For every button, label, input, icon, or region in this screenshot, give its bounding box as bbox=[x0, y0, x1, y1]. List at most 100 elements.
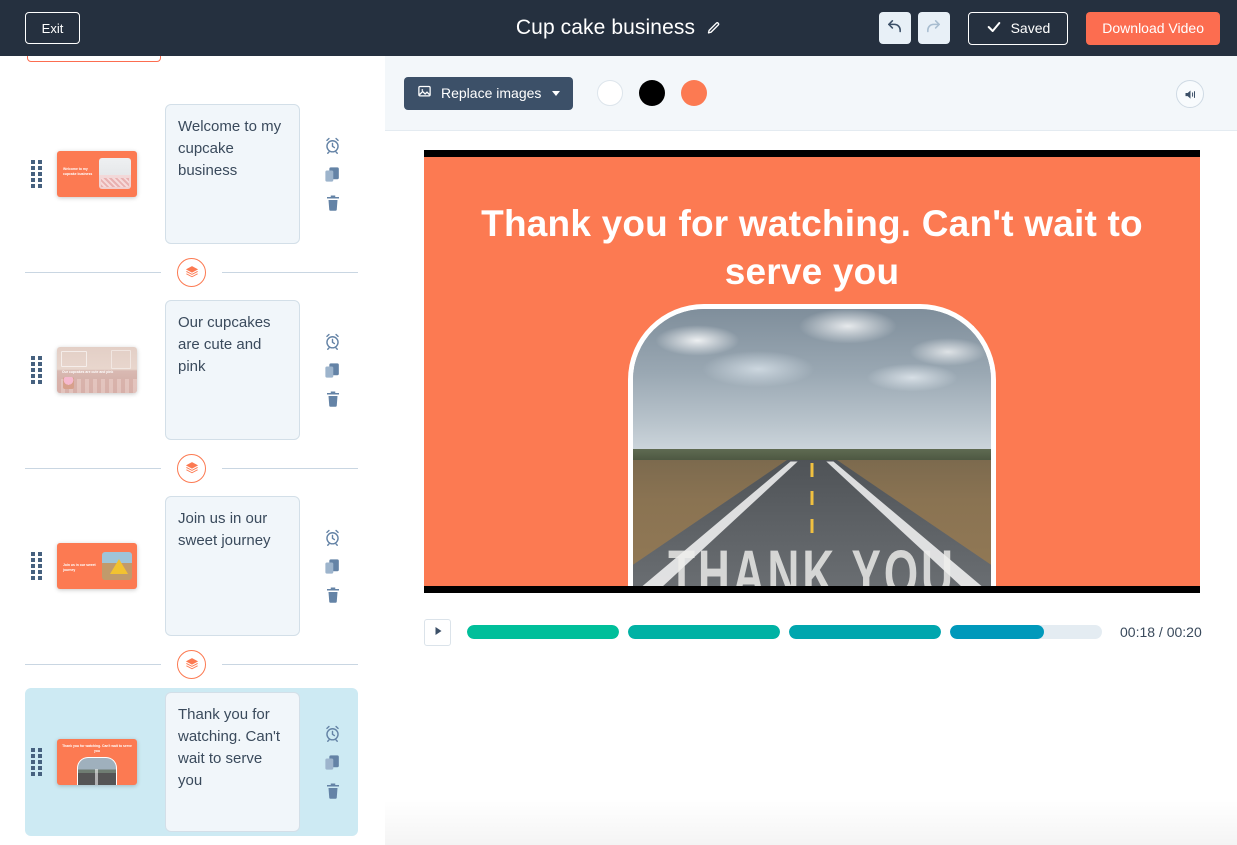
divider-line bbox=[222, 272, 358, 273]
duplicate-icon[interactable] bbox=[323, 165, 342, 184]
replace-images-label: Replace images bbox=[441, 85, 541, 101]
layers-icon[interactable] bbox=[177, 650, 206, 679]
drag-handle-icon[interactable] bbox=[31, 748, 45, 776]
preview-photo[interactable]: THANK YOU bbox=[628, 304, 996, 593]
image-icon bbox=[417, 84, 432, 102]
timeline-segment[interactable] bbox=[950, 625, 1102, 639]
redo-arrow-icon bbox=[925, 18, 942, 38]
replace-images-button[interactable]: Replace images bbox=[404, 77, 573, 110]
download-video-button[interactable]: Download Video bbox=[1086, 12, 1220, 45]
thumbnail-image bbox=[77, 757, 117, 785]
delete-icon[interactable] bbox=[324, 390, 342, 408]
slide-thumbnail[interactable]: Our cupcakes are cute and pink bbox=[57, 347, 137, 393]
segment-fill bbox=[467, 625, 619, 639]
add-scene-button-partial[interactable] bbox=[27, 56, 161, 62]
preview-pane: Replace images Thank you for watching. C… bbox=[385, 56, 1237, 845]
divider-line bbox=[25, 468, 161, 469]
color-swatch-white[interactable] bbox=[597, 80, 623, 106]
slide-thumbnail[interactable]: Welcome to my cupcake business bbox=[57, 151, 137, 197]
photo-lane-center bbox=[811, 463, 814, 543]
exit-button[interactable]: Exit bbox=[25, 12, 80, 44]
thumbnail-cupcake bbox=[63, 377, 74, 389]
page-title: Cup cake business bbox=[516, 16, 695, 40]
timing-icon[interactable] bbox=[323, 724, 342, 743]
top-bar-actions: Saved Download Video bbox=[879, 12, 1220, 45]
slide-thumbnail[interactable]: Thank you for watching. Can't wait to se… bbox=[57, 739, 137, 785]
duplicate-icon[interactable] bbox=[323, 753, 342, 772]
timeline-segment[interactable] bbox=[789, 625, 941, 639]
slide-list: Welcome to my cupcake business Welcome t… bbox=[0, 100, 385, 836]
saved-label: Saved bbox=[1011, 20, 1051, 36]
thumbnail-text: Our cupcakes are cute and pink bbox=[62, 370, 130, 375]
segment-fill bbox=[789, 625, 941, 639]
slide-script-input[interactable]: Welcome to my cupcake business bbox=[165, 104, 300, 244]
volume-icon[interactable] bbox=[1176, 80, 1204, 108]
video-preview-canvas[interactable]: Thank you for watching. Can't wait to se… bbox=[424, 150, 1200, 593]
thumbnail-image bbox=[99, 158, 131, 189]
timeline-segment[interactable] bbox=[467, 625, 619, 639]
time-display: 00:18 / 00:20 bbox=[1120, 624, 1202, 640]
photo-road-text: THANK YOU bbox=[628, 538, 996, 594]
timing-icon[interactable] bbox=[323, 528, 342, 547]
layers-icon[interactable] bbox=[177, 258, 206, 287]
slide-row-selected[interactable]: Thank you for watching. Can't wait to se… bbox=[25, 688, 358, 836]
saved-status-button[interactable]: Saved bbox=[968, 12, 1069, 45]
play-button[interactable] bbox=[424, 619, 451, 646]
segment-fill bbox=[950, 625, 1044, 639]
delete-icon[interactable] bbox=[324, 586, 342, 604]
divider-line bbox=[222, 468, 358, 469]
playback-controls: 00:18 / 00:20 bbox=[424, 614, 1224, 650]
layers-icon[interactable] bbox=[177, 454, 206, 483]
check-icon bbox=[986, 19, 1002, 38]
slide-actions bbox=[323, 724, 342, 800]
slide-row[interactable]: Join us in our sweet journey Join us in … bbox=[25, 492, 358, 640]
duplicate-icon[interactable] bbox=[323, 361, 342, 380]
slide-script-input[interactable]: Thank you for watching. Can't wait to se… bbox=[165, 692, 300, 832]
timeline-segment[interactable] bbox=[628, 625, 780, 639]
pencil-icon[interactable] bbox=[706, 21, 721, 36]
timeline-segments bbox=[467, 625, 1102, 639]
letterbox-top bbox=[424, 150, 1200, 157]
slides-sidebar[interactable]: Welcome to my cupcake business Welcome t… bbox=[0, 56, 385, 845]
chevron-down-icon bbox=[552, 91, 560, 96]
slide-row[interactable]: Our cupcakes are cute and pink Our cupca… bbox=[25, 296, 358, 444]
slide-script-input[interactable]: Our cupcakes are cute and pink bbox=[165, 300, 300, 440]
segment-fill bbox=[628, 625, 780, 639]
top-bar: Exit Cup cake business bbox=[0, 0, 1237, 56]
redo-button[interactable] bbox=[918, 12, 950, 44]
slide-actions bbox=[323, 136, 342, 212]
delete-icon[interactable] bbox=[324, 194, 342, 212]
drag-handle-icon[interactable] bbox=[31, 356, 45, 384]
photo-sky bbox=[633, 309, 991, 452]
timing-icon[interactable] bbox=[323, 136, 342, 155]
timing-icon[interactable] bbox=[323, 332, 342, 351]
slide-divider bbox=[25, 444, 358, 492]
color-swatch-orange[interactable] bbox=[681, 80, 707, 106]
slide-actions bbox=[323, 528, 342, 604]
preview-headline: Thank you for watching. Can't wait to se… bbox=[466, 200, 1158, 296]
canvas-toolbar: Replace images bbox=[385, 56, 1237, 131]
drag-handle-icon[interactable] bbox=[31, 160, 45, 188]
slide-divider bbox=[25, 640, 358, 688]
thumbnail-image bbox=[102, 552, 132, 580]
thumbnail-shelf bbox=[61, 351, 87, 367]
color-swatches bbox=[597, 80, 707, 106]
slide-actions bbox=[323, 332, 342, 408]
thumbnail-text: Join us in our sweet journey bbox=[63, 563, 103, 572]
slide-row[interactable]: Welcome to my cupcake business Welcome t… bbox=[25, 100, 358, 248]
slide-thumbnail[interactable]: Join us in our sweet journey bbox=[57, 543, 137, 589]
undo-arrow-icon bbox=[886, 18, 903, 38]
divider-line bbox=[25, 664, 161, 665]
slide-divider bbox=[25, 248, 358, 296]
undo-button[interactable] bbox=[879, 12, 911, 44]
undo-redo-group bbox=[879, 12, 950, 44]
color-swatch-black[interactable] bbox=[639, 80, 665, 106]
play-icon bbox=[432, 625, 444, 640]
thumbnail-shelf bbox=[111, 350, 131, 369]
drag-handle-icon[interactable] bbox=[31, 552, 45, 580]
delete-icon[interactable] bbox=[324, 782, 342, 800]
letterbox-bottom bbox=[424, 586, 1200, 593]
thumbnail-text: Welcome to my cupcake business bbox=[63, 167, 99, 176]
slide-script-input[interactable]: Join us in our sweet journey bbox=[165, 496, 300, 636]
duplicate-icon[interactable] bbox=[323, 557, 342, 576]
